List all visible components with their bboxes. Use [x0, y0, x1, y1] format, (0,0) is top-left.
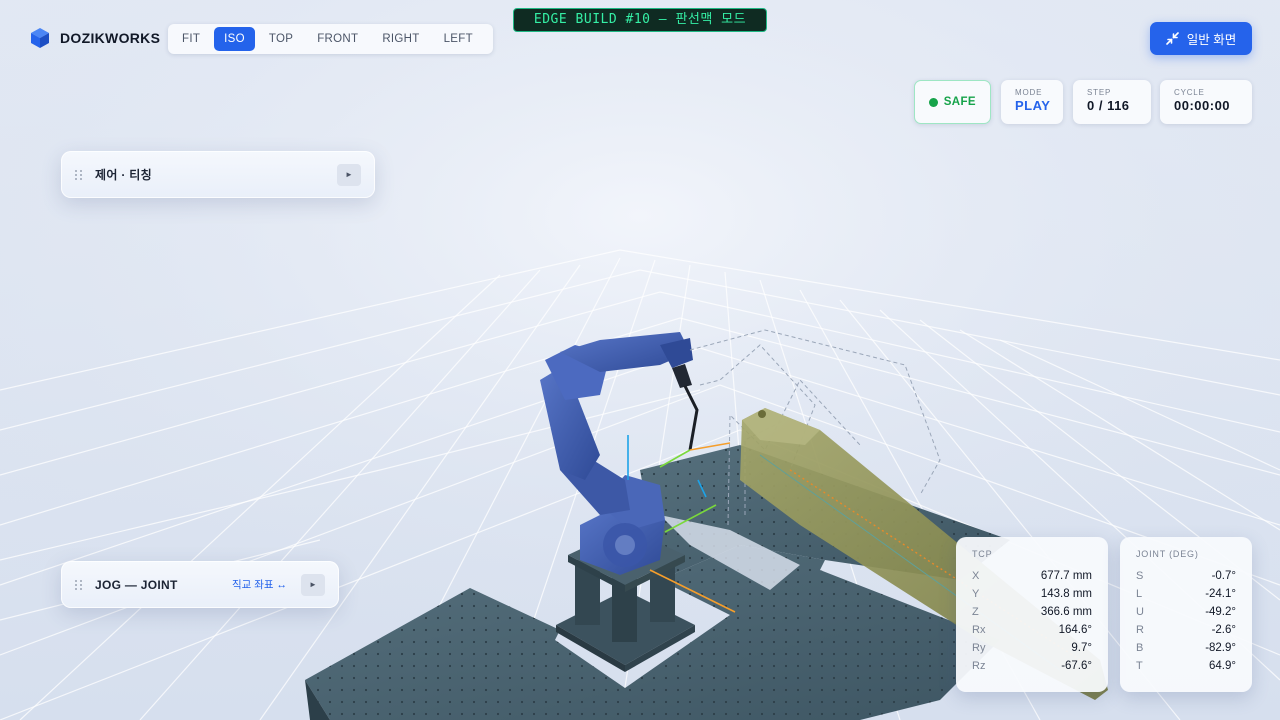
view-tabs: FIT ISO TOP FRONT RIGHT LEFT [168, 24, 493, 54]
jog-panel-title: JOG — JOINT [95, 577, 178, 592]
safe-status: SAFE [914, 80, 991, 124]
tab-top[interactable]: TOP [259, 27, 303, 51]
build-badge: EDGE BUILD #10 — 판선맥 모드 [513, 8, 767, 32]
mode-status: MODE PLAY [1001, 80, 1063, 124]
control-panel-title: 제어 · 티칭 [95, 168, 152, 182]
tcp-readout: TCP X 677.7 mm Y 143.8 mm Z 366.6 mm Rx 164.… [956, 537, 1108, 692]
tcp-row-x: X 677.7 mm [972, 570, 1092, 582]
tab-right[interactable]: RIGHT [372, 27, 429, 51]
joint-row-b: B -82.9° [1136, 642, 1236, 654]
joint-row-s: S -0.7° [1136, 570, 1236, 582]
mode-label: MODE [1015, 88, 1043, 97]
expand-jog-panel-button[interactable]: ► [301, 573, 325, 596]
tab-front[interactable]: FRONT [307, 27, 368, 51]
mode-value: PLAY [1015, 98, 1051, 113]
joint-readout: JOINT (DEG) S -0.7° L -24.1° U -49.2° R -2.6… [1120, 537, 1252, 692]
joint-row-r: R -2.6° [1136, 624, 1236, 636]
control-teach-panel[interactable]: 제어 · 티칭 ► [61, 151, 375, 198]
cycle-label: CYCLE [1174, 88, 1205, 97]
drag-handle-icon[interactable] [75, 169, 85, 180]
tab-fit[interactable]: FIT [172, 27, 210, 51]
tcp-row-ry: Ry 9.7° [972, 642, 1092, 654]
normal-view-button[interactable]: 일반 화면 [1150, 22, 1252, 55]
normal-view-label: 일반 화면 [1186, 33, 1237, 47]
tab-left[interactable]: LEFT [434, 27, 483, 51]
expand-control-panel-button[interactable]: ► [337, 163, 361, 186]
tcp-row-y: Y 143.8 mm [972, 588, 1092, 600]
drag-handle-icon[interactable] [75, 579, 85, 590]
cycle-value: 00:00:00 [1174, 98, 1231, 113]
step-status: STEP 0 / 116 [1073, 80, 1151, 124]
tcp-title: TCP [972, 549, 993, 559]
joint-row-t: T 64.9° [1136, 660, 1236, 672]
safe-indicator-dot [929, 97, 938, 107]
brand: DOZIKWORKS [29, 27, 160, 49]
step-label: STEP [1087, 88, 1112, 97]
safe-label: SAFE [943, 96, 976, 108]
cycle-status: CYCLE 00:00:00 [1160, 80, 1252, 124]
tab-iso[interactable]: ISO [214, 27, 255, 51]
cube-icon [31, 28, 49, 48]
step-value: 0 / 116 [1087, 98, 1130, 113]
joint-title: JOINT (DEG) [1136, 549, 1199, 559]
brand-name: DOZIKWORKS [60, 30, 161, 46]
tcp-row-z: Z 366.6 mm [972, 606, 1092, 618]
jog-panel[interactable]: JOG — JOINT 직교 좌표 ↔ ► [61, 561, 339, 608]
tcp-row-rx: Rx 164.6° [972, 624, 1092, 636]
collapse-icon [1165, 32, 1179, 45]
joint-row-l: L -24.1° [1136, 588, 1236, 600]
tcp-row-rz: Rz -67.6° [972, 660, 1092, 672]
cartesian-toggle[interactable]: 직교 좌표 ↔ [232, 577, 287, 592]
joint-row-u: U -49.2° [1136, 606, 1236, 618]
